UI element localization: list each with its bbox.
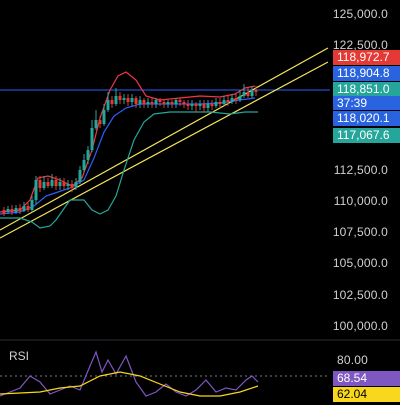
candle-body: [10, 209, 14, 212]
chart-container[interactable]: 125,000.0 122,500.0 112,500.0 110,000.0 …: [0, 0, 400, 402]
rsi-level-label: 80.00: [336, 353, 368, 367]
bb-upper-price-tag: 118,972.7: [333, 50, 400, 65]
price-axis-label: 102,500.0: [332, 288, 388, 302]
candle-body: [190, 104, 194, 106]
candle-body: [166, 102, 170, 104]
candle-body: [202, 104, 206, 108]
bb-upper-band: [0, 71, 256, 213]
price-axis-label: 110,000.0: [333, 194, 388, 208]
candle-body: [14, 208, 18, 212]
candle-body: [50, 180, 54, 186]
candle-body: [146, 102, 150, 104]
candle-body: [178, 100, 182, 102]
candle-body: [26, 206, 30, 210]
candle-body: [18, 208, 22, 211]
candle-body: [154, 100, 158, 104]
bb-basis-price-tag: 118,020.1: [333, 111, 400, 126]
price-axis-label: 107,500.0: [332, 225, 388, 239]
bb-basis-line: [0, 97, 256, 215]
candle-body: [206, 104, 210, 108]
candle-body: [110, 100, 114, 104]
candle-body: [230, 98, 234, 102]
candle-body: [22, 206, 26, 211]
candle-body: [78, 170, 82, 182]
price-axis-label: 112,500.0: [333, 163, 388, 177]
rsi-value-tag: 68.54: [333, 371, 400, 386]
candle-body: [106, 100, 110, 110]
trendline-upper: [0, 47, 329, 231]
candle-body: [66, 184, 70, 186]
candle-body: [102, 110, 106, 124]
candle-body: [74, 182, 78, 188]
candle-body: [114, 96, 118, 104]
candle-body: [2, 210, 6, 214]
price-axis-label: 105,000.0: [332, 256, 388, 270]
candle-body: [186, 104, 190, 106]
candle-body: [254, 90, 258, 92]
candle-body: [122, 98, 126, 100]
rsi-title[interactable]: RSI: [9, 349, 29, 363]
candle-body: [198, 104, 202, 106]
candle-body: [174, 100, 178, 104]
candle-body: [98, 120, 102, 124]
hline-price-tag: 118,904.8: [333, 66, 400, 81]
candle-body: [182, 102, 186, 104]
candle-body: [170, 102, 174, 104]
candle-body: [222, 100, 226, 104]
candle-body: [30, 200, 34, 210]
candle-body: [90, 128, 94, 150]
candle-body: [42, 182, 46, 188]
rsi-ma-line: [0, 371, 259, 397]
candle-body: [238, 96, 242, 100]
candle-body: [226, 100, 230, 102]
candle-body: [150, 102, 154, 104]
candle-body: [242, 92, 246, 96]
price-axis-label: 100,000.0: [332, 319, 388, 333]
bb-lower-price-tag: 117,067.6: [333, 128, 400, 143]
candle-body: [126, 98, 130, 102]
candle-body: [86, 150, 90, 160]
last-price-tag: 118,851.0: [333, 82, 400, 97]
candle-body: [46, 182, 50, 186]
candle-body: [34, 180, 38, 200]
candle-body: [118, 96, 122, 100]
candle-body: [246, 92, 250, 96]
candle-body: [82, 160, 86, 170]
price-axis-label: 125,000.0: [332, 7, 388, 21]
candle-body: [234, 98, 238, 100]
candle-body: [158, 100, 162, 102]
candle-body: [38, 180, 42, 188]
candle-body: [218, 102, 222, 104]
candle-body: [54, 180, 58, 186]
candle-body: [210, 104, 214, 106]
candle-body: [130, 98, 134, 102]
candle-body: [6, 209, 10, 212]
candle-body: [62, 182, 66, 186]
candle-body: [194, 104, 198, 106]
bb-lower-band: [0, 111, 258, 229]
candle-body: [58, 182, 62, 186]
candle-body: [138, 100, 142, 104]
candle-body: [250, 90, 254, 96]
candle-body: [134, 98, 138, 104]
bar-countdown: 37:39: [333, 96, 400, 110]
trendline-lower: [0, 61, 329, 239]
candle-body: [214, 102, 218, 106]
candle-body: [162, 102, 166, 104]
candle-body: [94, 120, 98, 128]
candle-body: [70, 184, 74, 188]
candle-body: [142, 100, 146, 104]
